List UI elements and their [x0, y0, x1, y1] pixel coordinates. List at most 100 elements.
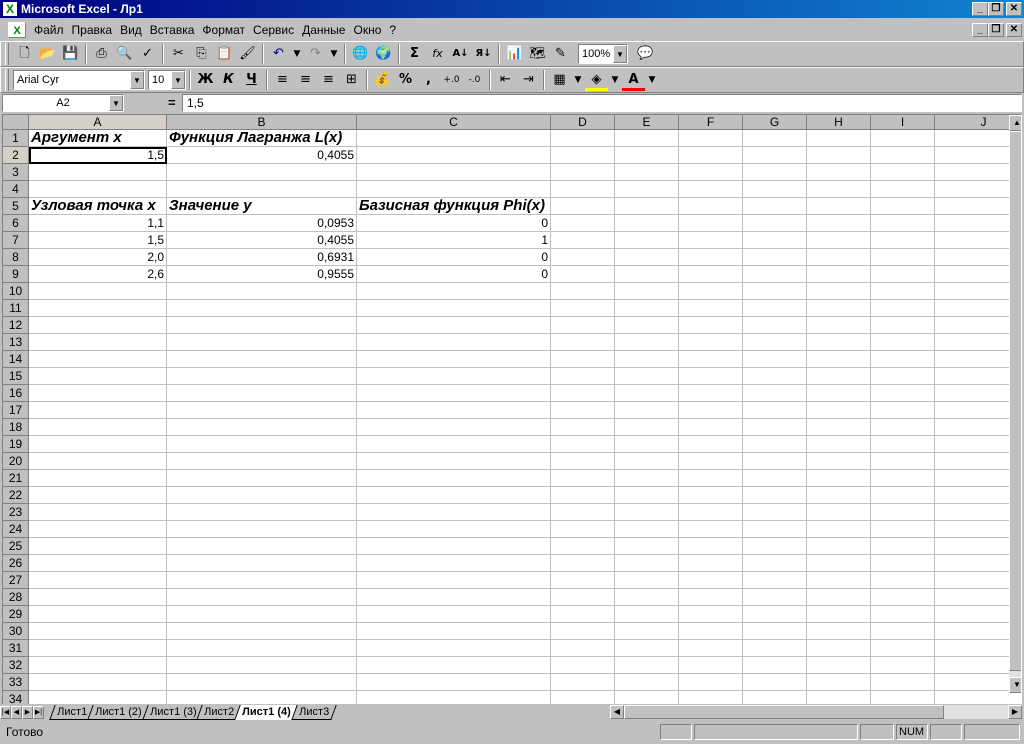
row-header[interactable]: 20 — [3, 453, 29, 470]
cell-f17[interactable] — [679, 402, 743, 419]
cell-h29[interactable] — [807, 606, 871, 623]
align-right-icon[interactable]: ≡ — [317, 69, 340, 91]
drawing-icon[interactable]: ✎ — [549, 43, 572, 65]
cell-i25[interactable] — [871, 538, 935, 555]
cell-b24[interactable] — [167, 521, 357, 538]
cell-g25[interactable] — [743, 538, 807, 555]
row-header[interactable]: 19 — [3, 436, 29, 453]
cell-g13[interactable] — [743, 334, 807, 351]
cell-i27[interactable] — [871, 572, 935, 589]
menu-edit[interactable]: Правка — [68, 20, 117, 40]
cell-g27[interactable] — [743, 572, 807, 589]
cell-b22[interactable] — [167, 487, 357, 504]
row-header[interactable]: 2 — [3, 147, 29, 164]
cell-c27[interactable] — [357, 572, 551, 589]
cell-c15[interactable] — [357, 368, 551, 385]
cell-b30[interactable] — [167, 623, 357, 640]
row-header[interactable]: 8 — [3, 249, 29, 266]
column-header-g[interactable]: G — [743, 115, 807, 130]
cell-d14[interactable] — [551, 351, 615, 368]
scroll-up-icon[interactable]: ▲ — [1009, 115, 1021, 131]
cell-c20[interactable] — [357, 453, 551, 470]
cell-d5[interactable] — [551, 198, 615, 215]
prev-sheet-icon[interactable]: ◀ — [11, 705, 22, 719]
cell-b21[interactable] — [167, 470, 357, 487]
cell-b9[interactable]: 0,9555 — [167, 266, 357, 283]
paste-icon[interactable]: 📋 — [213, 43, 236, 65]
horizontal-scrollbar[interactable]: ◀ ▶ — [610, 705, 1022, 719]
cell-e1[interactable] — [615, 130, 679, 147]
font-select[interactable]: Arial Cyr ▼ — [13, 70, 145, 90]
cell-i30[interactable] — [871, 623, 935, 640]
comma-button[interactable]: , — [417, 69, 440, 91]
cell-e16[interactable] — [615, 385, 679, 402]
cell-h14[interactable] — [807, 351, 871, 368]
cell-g17[interactable] — [743, 402, 807, 419]
row-header[interactable]: 7 — [3, 232, 29, 249]
cell-h32[interactable] — [807, 657, 871, 674]
document-icon[interactable]: X — [8, 22, 26, 38]
row-header[interactable]: 16 — [3, 385, 29, 402]
cell-d21[interactable] — [551, 470, 615, 487]
decrease-indent-icon[interactable]: ⇤ — [494, 69, 517, 91]
cell-c9[interactable]: 0 — [357, 266, 551, 283]
cell-i17[interactable] — [871, 402, 935, 419]
cell-f8[interactable] — [679, 249, 743, 266]
cell-e10[interactable] — [615, 283, 679, 300]
cell-g31[interactable] — [743, 640, 807, 657]
sheet-tab[interactable]: Лист1 (4) — [234, 704, 299, 720]
cell-e22[interactable] — [615, 487, 679, 504]
cell-a4[interactable] — [29, 181, 167, 198]
cell-d1[interactable] — [551, 130, 615, 147]
row-header[interactable]: 11 — [3, 300, 29, 317]
undo-dropdown-icon[interactable]: ▼ — [290, 43, 304, 65]
cell-d23[interactable] — [551, 504, 615, 521]
cell-a6[interactable]: 1,1 — [29, 215, 167, 232]
cell-a18[interactable] — [29, 419, 167, 436]
font-dropdown-icon[interactable]: ▼ — [130, 71, 144, 89]
cell-e8[interactable] — [615, 249, 679, 266]
borders-icon[interactable]: ▦ — [548, 69, 571, 91]
cell-h10[interactable] — [807, 283, 871, 300]
column-header-b[interactable]: B — [167, 115, 357, 130]
cell-g29[interactable] — [743, 606, 807, 623]
cell-f7[interactable] — [679, 232, 743, 249]
cell-a17[interactable] — [29, 402, 167, 419]
cell-a12[interactable] — [29, 317, 167, 334]
increase-indent-icon[interactable]: ⇥ — [517, 69, 540, 91]
align-left-icon[interactable]: ≡ — [271, 69, 294, 91]
web-toolbar-icon[interactable]: 🌍 — [372, 43, 395, 65]
cell-g10[interactable] — [743, 283, 807, 300]
cell-g4[interactable] — [743, 181, 807, 198]
cell-c22[interactable] — [357, 487, 551, 504]
cell-e13[interactable] — [615, 334, 679, 351]
menu-file[interactable]: Файл — [30, 20, 68, 40]
cell-b3[interactable] — [167, 164, 357, 181]
cell-a1[interactable]: Аргумент x — [29, 130, 167, 147]
cell-e6[interactable] — [615, 215, 679, 232]
cell-e32[interactable] — [615, 657, 679, 674]
cell-c2[interactable] — [357, 147, 551, 164]
cell-d9[interactable] — [551, 266, 615, 283]
hyperlink-icon[interactable]: 🌐 — [349, 43, 372, 65]
cell-b11[interactable] — [167, 300, 357, 317]
row-header[interactable]: 33 — [3, 674, 29, 691]
cell-f21[interactable] — [679, 470, 743, 487]
row-header[interactable]: 12 — [3, 317, 29, 334]
cell-d32[interactable] — [551, 657, 615, 674]
new-icon[interactable]: 🗋 — [13, 43, 36, 65]
cell-g26[interactable] — [743, 555, 807, 572]
row-header[interactable]: 23 — [3, 504, 29, 521]
cell-a14[interactable] — [29, 351, 167, 368]
cell-i22[interactable] — [871, 487, 935, 504]
column-header-h[interactable]: H — [807, 115, 871, 130]
menu-insert[interactable]: Вставка — [146, 20, 199, 40]
cell-c21[interactable] — [357, 470, 551, 487]
cell-i5[interactable] — [871, 198, 935, 215]
cell-b4[interactable] — [167, 181, 357, 198]
sort-ascending-icon[interactable]: A↓ — [449, 43, 472, 65]
cell-f24[interactable] — [679, 521, 743, 538]
cell-g15[interactable] — [743, 368, 807, 385]
cell-d17[interactable] — [551, 402, 615, 419]
currency-icon[interactable]: 💰 — [371, 69, 394, 91]
